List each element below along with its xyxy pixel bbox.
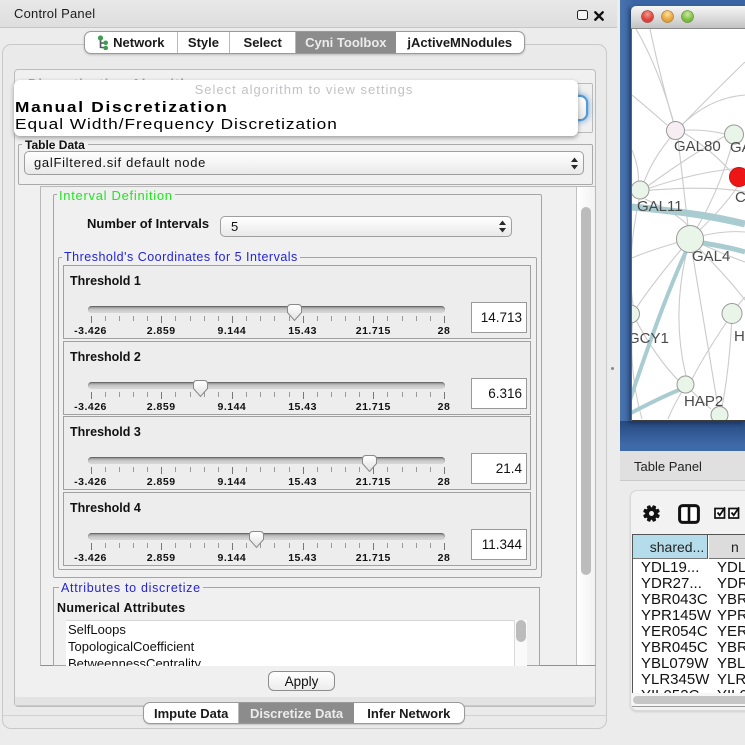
svg-text:HAP2: HAP2 — [684, 393, 723, 410]
svg-text:CD: CD — [735, 189, 745, 206]
svg-text:GAL11: GAL11 — [637, 198, 683, 215]
svg-text:GAL80: GAL80 — [674, 138, 721, 155]
svg-text:GCY1: GCY1 — [632, 330, 669, 347]
svg-text:GA: GA — [730, 139, 745, 156]
svg-text:HI: HI — [734, 328, 745, 345]
svg-text:GAL4: GAL4 — [692, 248, 730, 265]
